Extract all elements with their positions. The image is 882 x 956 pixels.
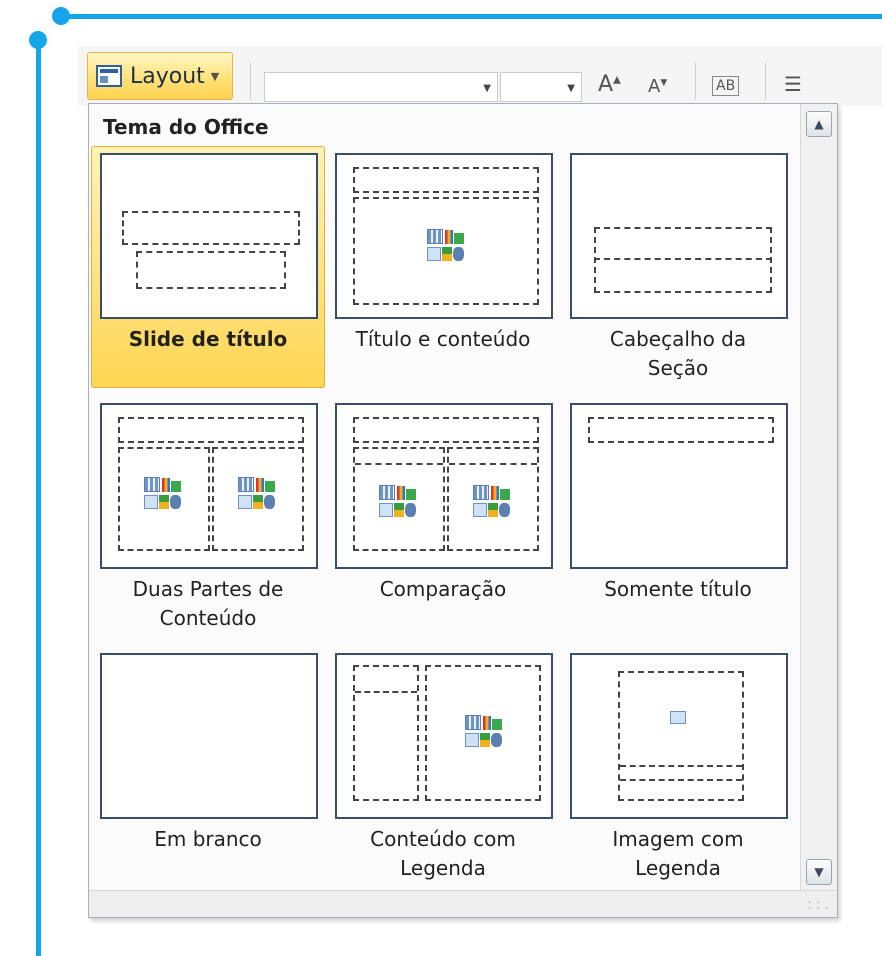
layout-thumbnail (570, 403, 788, 569)
content-placeholder-left (118, 447, 210, 551)
content-insert-icon (238, 477, 276, 511)
resize-grip-icon[interactable]: · · · · · (808, 899, 829, 915)
layout-label: Título e conteúdo (355, 327, 531, 351)
caption-placeholder (353, 665, 419, 801)
gallery-header: Tema do Office (103, 115, 269, 139)
layout-label: Cabeçalho da Seção (609, 327, 747, 380)
content-insert-icon (427, 229, 465, 263)
chevron-down-icon: ▼ (814, 865, 824, 879)
layout-option-slide-de-titulo[interactable]: Slide de título (91, 146, 325, 388)
layout-option-duas-partes[interactable]: Duas Partes de Conteúdo (91, 396, 325, 638)
layout-thumbnail (570, 153, 788, 319)
layout-label: Somente título (604, 577, 752, 601)
font-grow-icon[interactable]: A▲ (598, 72, 621, 97)
layout-label: Duas Partes de Conteúdo (132, 577, 284, 630)
content-placeholder (425, 665, 541, 801)
layout-thumbnail (335, 403, 553, 569)
font-shrink-icon[interactable]: A▼ (648, 76, 667, 97)
placeholder-divider (355, 691, 417, 693)
chevron-up-icon: ▲ (814, 117, 824, 131)
layout-label: Em branco (154, 827, 262, 851)
gallery-footer: · · · · · (89, 890, 837, 917)
placeholder-divider (449, 463, 537, 465)
accent-line-left (36, 38, 41, 956)
layout-thumbnail (100, 653, 318, 819)
ribbon-separator (250, 62, 251, 100)
layout-option-cabecalho-da-secao[interactable]: Cabeçalho da Seção (561, 146, 795, 388)
title-placeholder (353, 167, 539, 193)
content-insert-icon (144, 477, 182, 511)
font-size-box[interactable]: ▼ (500, 72, 582, 102)
picture-placeholder (618, 671, 744, 801)
title-placeholder (122, 211, 300, 245)
layout-label: Imagem com Legenda (612, 827, 744, 880)
placeholder-divider (620, 765, 742, 767)
title-placeholder (118, 417, 304, 443)
layout-option-comparacao[interactable]: Comparação (326, 396, 560, 638)
layout-option-imagem-com-legenda[interactable]: Imagem com Legenda (561, 646, 795, 888)
clear-formatting-icon[interactable]: AB (712, 76, 740, 96)
layout-thumbnail (100, 153, 318, 319)
layout-gallery: Tema do Office Slide de título Título e … (88, 103, 838, 918)
chevron-down-icon: ▼ (210, 69, 220, 83)
layout-option-em-branco[interactable]: Em branco (91, 646, 325, 888)
layout-button[interactable]: Layout ▼ (87, 52, 233, 100)
content-placeholder (353, 197, 539, 305)
content-insert-icon (473, 485, 511, 519)
content-insert-icon (465, 715, 503, 749)
layout-thumbnail (100, 403, 318, 569)
layout-label: Conteúdo com Legenda (370, 827, 516, 880)
scroll-down-button[interactable]: ▼ (806, 859, 832, 885)
gallery-scrollbar[interactable]: ▲ ▼ (800, 104, 837, 892)
layout-thumbnail (335, 153, 553, 319)
comparison-placeholder-left (353, 447, 445, 551)
section-header-placeholder (594, 227, 772, 293)
picture-icon (670, 711, 686, 724)
ribbon-separator (765, 62, 766, 100)
layout-thumbnail (570, 653, 788, 819)
font-name-box[interactable]: ▼ (264, 72, 498, 102)
layout-option-somente-titulo[interactable]: Somente título (561, 396, 795, 638)
placeholder-divider (620, 779, 742, 781)
layout-label: Slide de título (128, 327, 288, 351)
accent-dot-top (52, 7, 70, 25)
layout-button-label: Layout (130, 63, 205, 89)
subtitle-placeholder (136, 251, 286, 289)
layout-option-titulo-e-conteudo[interactable]: Título e conteúdo (326, 146, 560, 388)
title-placeholder (588, 417, 774, 443)
scroll-up-button[interactable]: ▲ (806, 111, 832, 137)
accent-dot-left (29, 31, 47, 49)
accent-line-top (62, 14, 882, 19)
layout-thumbnail (335, 653, 553, 819)
title-placeholder (353, 417, 539, 443)
placeholder-divider (355, 463, 443, 465)
layout-label: Comparação (379, 577, 507, 601)
ribbon-separator (695, 62, 696, 100)
chevron-down-icon: ▼ (483, 83, 491, 94)
comparison-placeholder-right (447, 447, 539, 551)
layout-icon (96, 65, 122, 87)
bullets-icon[interactable]: ☰ (784, 72, 802, 96)
content-insert-icon (379, 485, 417, 519)
chevron-down-icon: ▼ (567, 83, 575, 94)
placeholder-divider (594, 258, 772, 260)
layout-option-conteudo-com-legenda[interactable]: Conteúdo com Legenda (326, 646, 560, 888)
content-placeholder-right (212, 447, 304, 551)
